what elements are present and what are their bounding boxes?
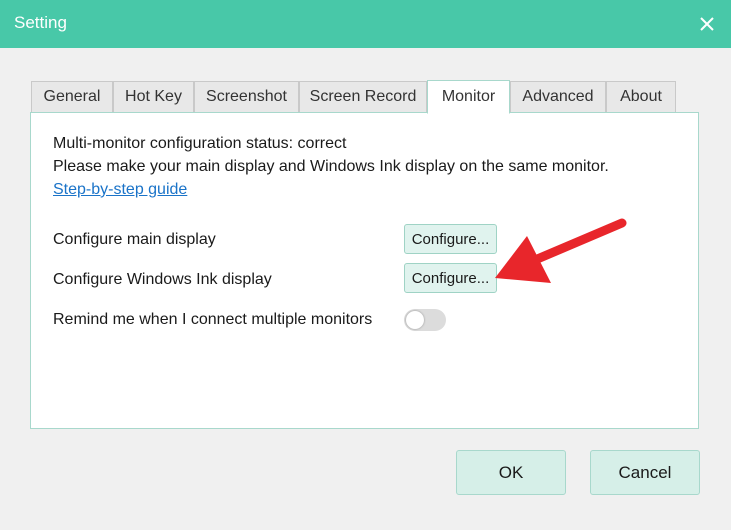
- remind-toggle[interactable]: [404, 309, 446, 331]
- remind-label: Remind me when I connect multiple monito…: [53, 311, 373, 328]
- tab-general[interactable]: General: [31, 81, 113, 112]
- tab-label: Screenshot: [206, 88, 287, 105]
- configure-main-display-button[interactable]: Configure...: [404, 224, 497, 254]
- tab-monitor[interactable]: Monitor: [427, 80, 510, 114]
- tab-screen-record[interactable]: Screen Record: [299, 81, 427, 112]
- tab-label: Advanced: [522, 88, 594, 105]
- tab-label: General: [43, 88, 101, 105]
- cancel-button[interactable]: Cancel: [590, 450, 700, 495]
- status-text: Multi-monitor configuration status: corr…: [53, 135, 347, 152]
- configure-ink-display-button[interactable]: Configure...: [404, 263, 497, 293]
- main-display-label: Configure main display: [53, 231, 216, 248]
- monitor-panel: Multi-monitor configuration status: corr…: [30, 112, 699, 429]
- close-icon: [700, 17, 714, 31]
- close-button[interactable]: [683, 0, 731, 48]
- ink-display-label: Configure Windows Ink display: [53, 271, 272, 288]
- tab-screenshot[interactable]: Screenshot: [194, 81, 299, 112]
- tab-label: Monitor: [441, 88, 496, 105]
- tab-advanced[interactable]: Advanced: [510, 81, 606, 112]
- instruction-text: Please make your main display and Window…: [53, 158, 609, 175]
- tab-label: About: [620, 88, 662, 105]
- tab-hot-key[interactable]: Hot Key: [113, 81, 194, 112]
- step-by-step-guide-link[interactable]: Step-by-step guide: [53, 181, 187, 199]
- toggle-knob: [406, 311, 424, 329]
- tab-label: Screen Record: [309, 88, 417, 105]
- tab-label: Hot Key: [125, 88, 182, 105]
- title-bar: Setting: [0, 0, 731, 48]
- tab-about[interactable]: About: [606, 81, 676, 112]
- ok-button[interactable]: OK: [456, 450, 566, 495]
- window-title: Setting: [14, 13, 67, 32]
